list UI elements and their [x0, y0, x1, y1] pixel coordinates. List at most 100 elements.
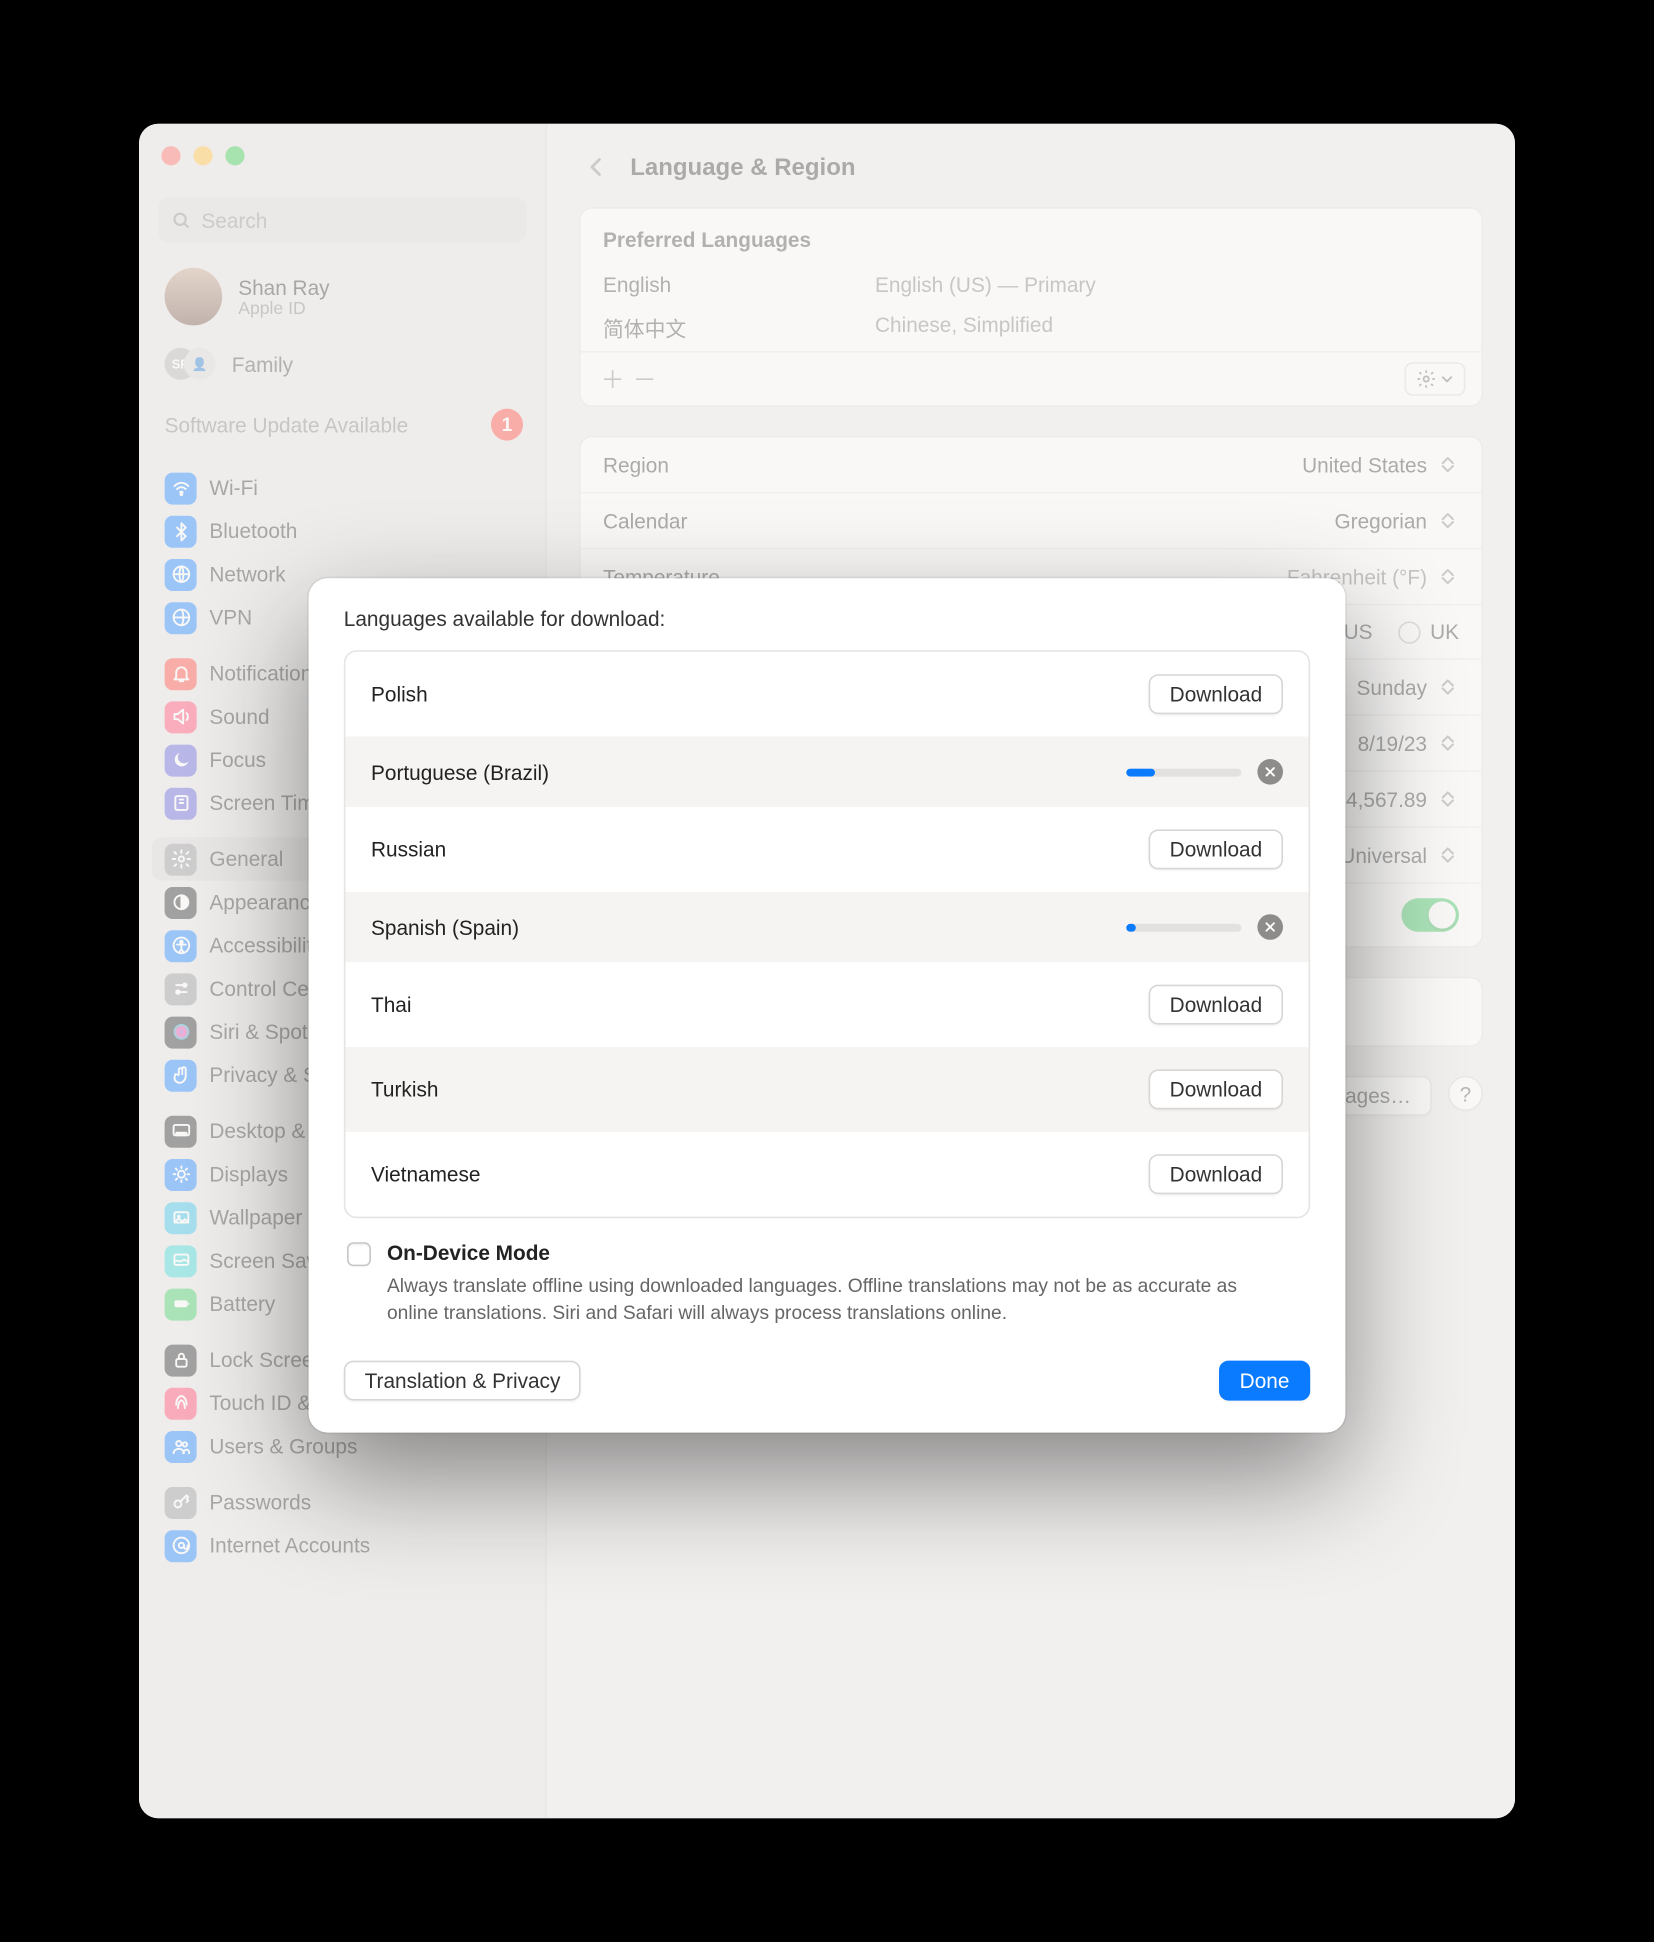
download-button[interactable]: Download [1149, 985, 1283, 1025]
search-input[interactable]: Search [158, 197, 526, 242]
update-badge: 1 [491, 409, 523, 441]
stepper-icon [1437, 786, 1459, 812]
back-button[interactable] [579, 149, 614, 184]
language-name: 简体中文 [603, 313, 875, 343]
setting-value-select[interactable]: Gregorian [1335, 508, 1460, 534]
vpn-icon [165, 601, 197, 633]
download-row: VietnameseDownload [345, 1132, 1308, 1217]
cancel-download-button[interactable] [1257, 759, 1283, 785]
download-language-name: Russian [371, 837, 446, 861]
download-row: Portuguese (Brazil) [345, 737, 1308, 807]
screensaver-icon [165, 1245, 197, 1277]
language-desc: Chinese, Simplified [875, 313, 1053, 343]
download-language-name: Spanish (Spain) [371, 915, 519, 939]
setting-value-select[interactable]: Universal [1340, 842, 1459, 868]
close-window-button[interactable] [161, 146, 180, 165]
sidebar-item-label: Focus [209, 748, 266, 772]
sound-icon [165, 701, 197, 733]
setting-value-select[interactable]: Sunday [1356, 674, 1459, 700]
preferred-language-row[interactable]: 简体中文Chinese, Simplified [581, 305, 1482, 351]
sidebar-item-label: Network [209, 562, 285, 586]
stepper-icon [1437, 564, 1459, 590]
software-update-entry[interactable]: Software Update Available 1 [139, 393, 545, 447]
sidebar-item-label: Wallpaper [209, 1205, 302, 1229]
stepper-icon [1437, 508, 1459, 534]
chevron-left-icon [585, 156, 607, 178]
download-button[interactable]: Download [1149, 1154, 1283, 1194]
apple-id-entry[interactable]: Shan Ray Apple ID [139, 258, 545, 335]
translation-privacy-button[interactable]: Translation & Privacy [344, 1360, 581, 1400]
language-actions-menu[interactable] [1405, 362, 1466, 396]
cancel-download-button[interactable] [1257, 914, 1283, 940]
download-button[interactable]: Download [1149, 1069, 1283, 1109]
controlcenter-icon [165, 973, 197, 1005]
stepper-icon [1437, 674, 1459, 700]
download-button[interactable]: Download [1149, 829, 1283, 869]
preferred-languages-card: Preferred Languages EnglishEnglish (US) … [579, 207, 1483, 407]
desktop-icon [165, 1115, 197, 1147]
live-text-switch[interactable] [1401, 898, 1459, 932]
setting-value: 8/19/23 [1358, 731, 1427, 755]
sidebar-item-wifi[interactable]: Wi-Fi [152, 466, 533, 509]
sidebar-item-label: Wi-Fi [209, 476, 258, 500]
focus-icon [165, 744, 197, 776]
family-label: Family [232, 352, 293, 376]
download-row: ThaiDownload [345, 962, 1308, 1047]
pref-lang-header: Preferred Languages [581, 209, 1482, 265]
setting-row-region: Region United States [581, 437, 1482, 491]
stepper-icon [1437, 842, 1459, 868]
sidebar-item-passwords[interactable]: Passwords [152, 1481, 533, 1524]
displays-icon [165, 1158, 197, 1190]
sidebar-item-bluetooth[interactable]: Bluetooth [152, 509, 533, 552]
setting-value: Sunday [1356, 675, 1427, 699]
user-name: Shan Ray [238, 275, 329, 299]
setting-value: Universal [1340, 843, 1427, 867]
sidebar-item-label: Sound [209, 705, 269, 729]
download-language-name: Polish [371, 682, 428, 706]
download-button[interactable]: Download [1149, 674, 1283, 714]
setting-label: Region [603, 453, 669, 477]
download-row: Turkish Download [345, 1047, 1308, 1132]
on-device-mode-description: Always translate offline using downloade… [344, 1273, 1272, 1329]
radio-uk[interactable]: UK [1398, 620, 1459, 644]
accessibility-icon [165, 929, 197, 961]
sidebar-item-label: Accessibility [209, 933, 322, 957]
family-entry[interactable]: SR👤 Family [139, 335, 545, 393]
sidebar-item-label: Bluetooth [209, 519, 297, 543]
minimize-window-button[interactable] [193, 146, 212, 165]
page-title: Language & Region [630, 153, 855, 180]
setting-value-select[interactable]: United States [1302, 452, 1459, 478]
touchid-icon [165, 1387, 197, 1419]
preferred-language-row[interactable]: EnglishEnglish (US) — Primary [581, 265, 1482, 305]
setting-value-select[interactable]: 8/19/23 [1358, 730, 1459, 756]
sidebar-item-label: Notifications [209, 661, 322, 685]
setting-value: Gregorian [1335, 509, 1428, 533]
sidebar-item-label: Displays [209, 1162, 288, 1186]
on-device-mode-checkbox[interactable] [347, 1242, 371, 1266]
download-progress [1126, 768, 1241, 776]
help-button[interactable]: ? [1448, 1076, 1483, 1111]
download-row: Polish Download [345, 652, 1308, 737]
notifications-icon [165, 657, 197, 689]
network-icon [165, 558, 197, 590]
system-settings-window: Search Shan Ray Apple ID SR👤 Family Soft… [139, 124, 1515, 1818]
user-sub: Apple ID [238, 299, 329, 318]
chevron-down-icon [1440, 372, 1454, 386]
siri-icon [165, 1016, 197, 1048]
privacy-icon [165, 1059, 197, 1091]
zoom-window-button[interactable] [225, 146, 244, 165]
modal-title: Languages available for download: [344, 607, 1310, 631]
language-name: English [603, 273, 875, 297]
wifi-icon [165, 472, 197, 504]
on-device-mode-label: On-Device Mode [387, 1241, 550, 1265]
sidebar-item-label: Passwords [209, 1490, 311, 1514]
close-icon [1264, 921, 1277, 934]
add-language-button[interactable]: ＋ [597, 363, 629, 395]
setting-label: Calendar [603, 509, 687, 533]
remove-language-button[interactable]: － [629, 363, 661, 395]
done-button[interactable]: Done [1219, 1360, 1310, 1400]
download-language-name: Turkish [371, 1077, 438, 1101]
download-language-name: Portuguese (Brazil) [371, 760, 549, 784]
sidebar-item-internetacc[interactable]: Internet Accounts [152, 1524, 533, 1567]
stepper-icon [1437, 730, 1459, 756]
